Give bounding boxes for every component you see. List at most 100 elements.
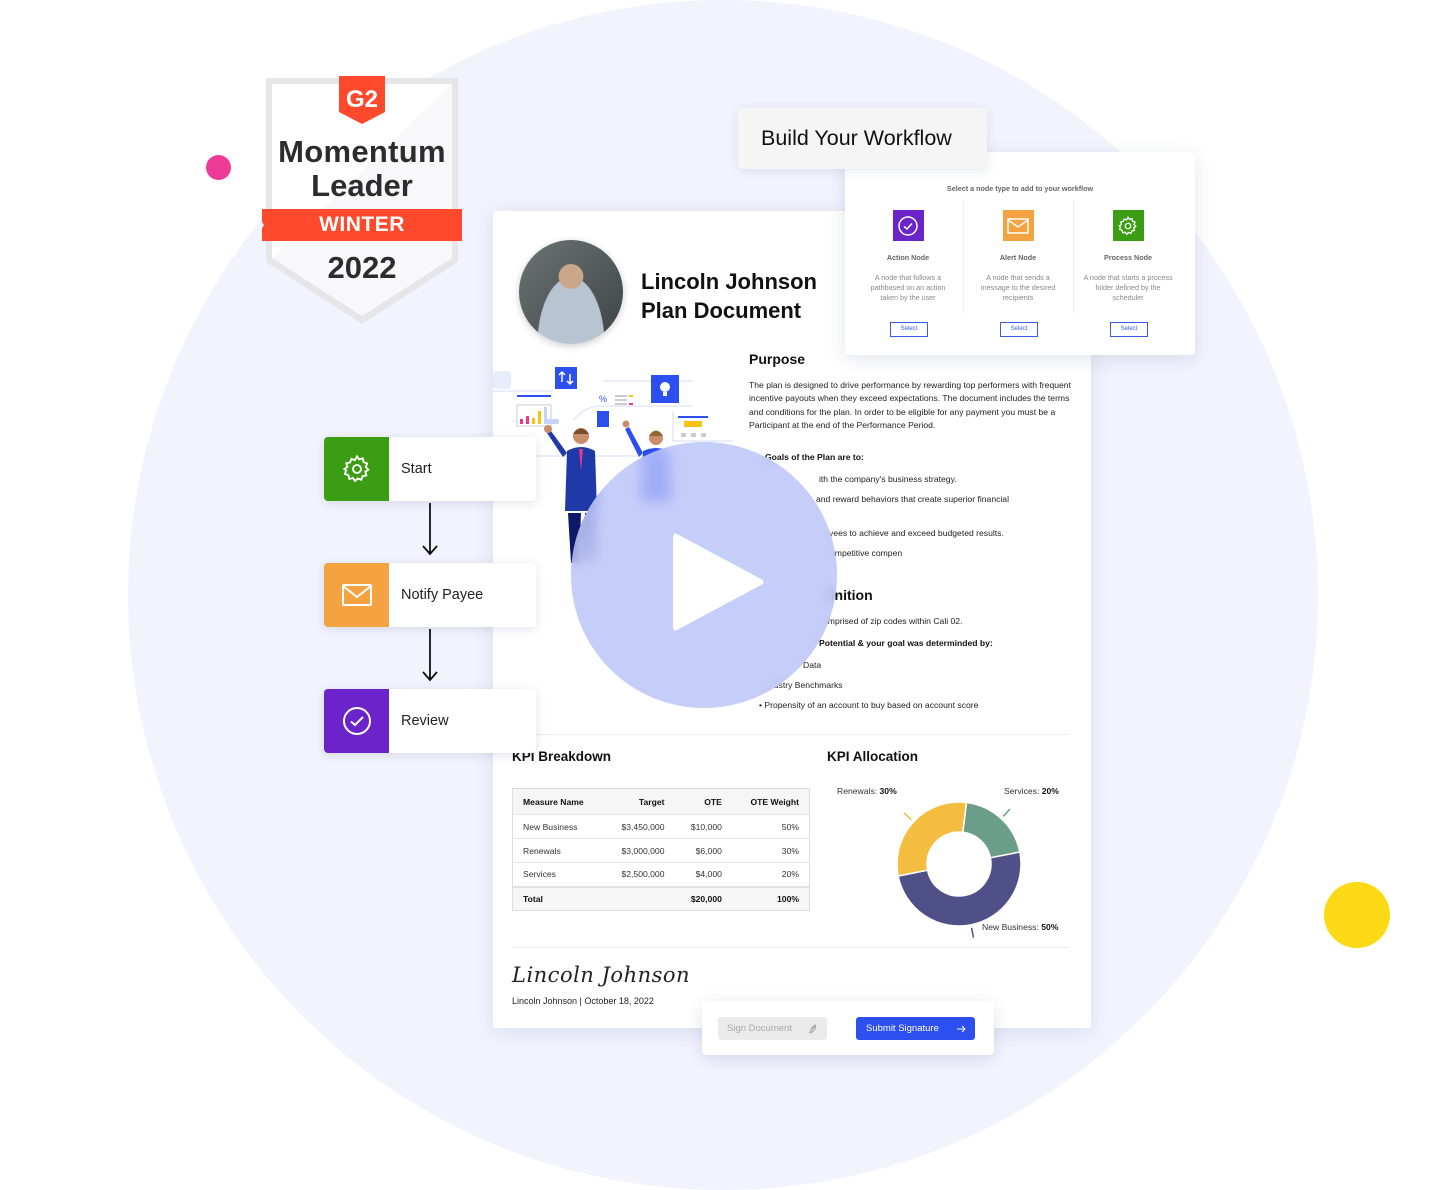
build-workflow-title: Build Your Workflow: [738, 108, 987, 169]
goal-item: ith the company's business strategy.: [819, 474, 957, 484]
badge-season: WINTER: [319, 213, 405, 236]
table-cell: $6,000: [674, 838, 732, 863]
node-description: A node that starts a process folder defi…: [1083, 273, 1173, 302]
goals-heading: Goals of the Plan are to:: [765, 452, 864, 462]
mail-icon: [1002, 210, 1034, 241]
node-option-action: Action Node A node that follows a pathba…: [853, 210, 963, 337]
goal-item: ompetitive compen: [830, 548, 903, 558]
section-divider: [513, 947, 1069, 948]
play-icon: [673, 533, 764, 631]
section-divider: [513, 734, 1069, 735]
table-cell: 50%: [731, 814, 810, 839]
pen-icon: [808, 1017, 818, 1049]
submit-signature-button[interactable]: Submit Signature: [856, 1017, 975, 1040]
workflow-step-review[interactable]: Review: [324, 689, 536, 753]
purpose-heading: Purpose: [749, 351, 806, 367]
goal-item: yees to achieve and exceed budgeted resu…: [829, 528, 1004, 538]
kpi-allocation-donut-chart: Services: 20% New Business: 50% Renewals…: [826, 781, 1076, 941]
node-panel-subtitle: Select a node type to add to your workfl…: [946, 184, 1094, 193]
donut-leader-line: [1002, 808, 1011, 817]
column-header: Target: [603, 788, 675, 815]
document-title-line1: Lincoln Johnson: [641, 269, 817, 294]
workflow-step-start[interactable]: Start: [324, 437, 536, 501]
definition-bullet: Data: [803, 660, 822, 670]
check-circle-icon: [324, 689, 389, 753]
definition-subheading: Potential & your goal was determinded by…: [819, 638, 993, 648]
table-cell: $20,000: [674, 885, 732, 911]
arrow-down-icon: [422, 629, 438, 682]
slice-label-renewals: Renewals: 30%: [837, 786, 897, 796]
video-play-button[interactable]: [571, 442, 837, 708]
node-type-panel: Select a node type to add to your workfl…: [845, 152, 1195, 355]
signature-meta: Lincoln Johnson | October 18, 2022: [512, 996, 654, 1006]
step-label: Start: [401, 461, 432, 477]
table-cell: $2,500,000: [603, 862, 675, 887]
kpi-breakdown-table: Measure Name Target OTE OTE Weight New B…: [512, 788, 810, 911]
document-title-line2: Plan Document: [641, 298, 802, 323]
badge-line1: Momentum: [278, 134, 446, 169]
purpose-body: The plan is designed to drive performanc…: [749, 380, 1071, 430]
decorative-dot-yellow: [1324, 882, 1390, 948]
table-cell: $3,000,000: [603, 838, 675, 863]
slice-label-services: Services: 20%: [1004, 786, 1059, 796]
table-total-row: Total $20,000 100%: [512, 885, 810, 911]
select-button[interactable]: Select: [1110, 322, 1148, 337]
node-name: Action Node: [886, 253, 930, 262]
submit-signature-label: Submit Signature: [866, 1023, 939, 1034]
definition-line: omprised of zip codes within Cali 02.: [823, 616, 963, 626]
mail-icon: [324, 563, 389, 627]
table-cell: 20%: [731, 862, 810, 887]
table-cell: Renewals: [512, 838, 604, 863]
kpi-allocation-heading: KPI Allocation: [827, 749, 919, 764]
table-cell: $4,000: [674, 862, 732, 887]
arrow-right-icon: [956, 1017, 966, 1049]
node-name: Alert Node: [999, 253, 1037, 262]
table-row: Services $2,500,000 $4,000 20%: [512, 862, 810, 887]
definition-bullet-text: Propensity of an account to buy based on…: [764, 700, 979, 710]
table-cell: Total: [512, 885, 604, 911]
table-cell: Services: [512, 862, 604, 887]
transfer-icon: [555, 367, 577, 389]
sign-document-label: Sign Document: [727, 1023, 792, 1034]
donut-slice-renewals: [896, 801, 968, 877]
donut-slice-services: [961, 801, 1021, 859]
column-header: OTE Weight: [731, 788, 810, 815]
table-cell: New Business: [512, 814, 604, 839]
donut-svg: [896, 801, 1022, 938]
column-header: OTE: [674, 788, 732, 815]
check-circle-icon: [892, 210, 924, 241]
step-label: Notify Payee: [401, 587, 484, 603]
document-title: Lincoln Johnson Plan Document: [641, 267, 817, 325]
donut-leader-line: [970, 927, 975, 938]
arrow-down-icon: [422, 503, 438, 556]
node-option-process: Process Node A node that starts a proces…: [1073, 210, 1183, 337]
column-header: Measure Name: [512, 788, 604, 815]
slice-label-new-business: New Business: 50%: [982, 922, 1059, 932]
select-button[interactable]: Select: [1000, 322, 1038, 337]
table-cell: 100%: [731, 885, 810, 911]
svg-text:%: %: [599, 394, 607, 404]
gear-icon: [324, 437, 389, 501]
table-cell: [603, 885, 675, 911]
step-label: Review: [401, 713, 449, 729]
node-description: A node that sends a message to the desir…: [980, 273, 1056, 302]
workflow-step-notify-payee[interactable]: Notify Payee: [324, 563, 536, 627]
table-row: New Business $3,450,000 $10,000 50%: [512, 814, 810, 839]
badge-year: 2022: [327, 250, 397, 285]
decorative-dot-pink: [206, 155, 231, 180]
g2-badge: G2 Momentum Leader WINTER 2022: [262, 76, 462, 326]
node-name: Process Node: [1104, 253, 1152, 262]
goal-item: and reward behaviors that create superio…: [816, 494, 1009, 504]
sign-document-button[interactable]: Sign Document: [718, 1017, 827, 1040]
select-button[interactable]: Select: [890, 322, 928, 337]
avatar: [519, 240, 623, 344]
donut-leader-line: [903, 812, 912, 821]
table-cell: $10,000: [674, 814, 732, 839]
badge-line2: Leader: [311, 168, 413, 203]
gear-icon: [1112, 210, 1144, 241]
g2-logo-icon: G2: [345, 86, 378, 113]
node-option-alert: Alert Node A node that sends a message t…: [963, 210, 1073, 337]
table-header-row: Measure Name Target OTE OTE Weight: [512, 788, 810, 815]
table-cell: $3,450,000: [603, 814, 675, 839]
signature-bar: Sign Document Submit Signature: [702, 1001, 994, 1055]
